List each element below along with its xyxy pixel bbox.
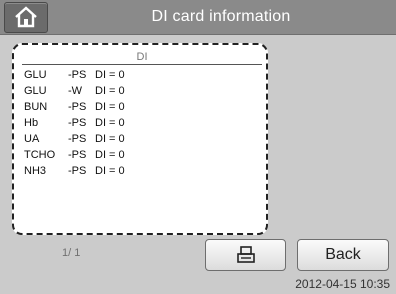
di-value: DI = 0 bbox=[95, 117, 125, 129]
di-row: UA -PS DI = 0 bbox=[24, 132, 260, 148]
test-name: GLU bbox=[24, 69, 47, 81]
di-value: DI = 0 bbox=[95, 85, 125, 97]
sample-type: -PS bbox=[68, 149, 87, 161]
sample-type: -PS bbox=[68, 101, 87, 113]
print-button[interactable] bbox=[205, 239, 286, 271]
di-row: GLU -W DI = 0 bbox=[24, 84, 260, 100]
page-indicator: 1/ 1 bbox=[62, 247, 81, 259]
di-info-panel: DI GLU -PS DI = 0 GLU -W DI = 0 BUN -PS … bbox=[12, 43, 268, 235]
title-bar: DI card information bbox=[0, 0, 396, 35]
sample-type: -W bbox=[68, 85, 83, 97]
home-icon bbox=[15, 6, 37, 28]
di-value: DI = 0 bbox=[95, 165, 125, 177]
sample-type: -PS bbox=[68, 117, 87, 129]
test-name: Hb bbox=[24, 117, 39, 129]
test-name: BUN bbox=[24, 101, 48, 113]
screen: DI card information DI GLU -PS DI = 0 GL… bbox=[0, 0, 396, 294]
di-column-header: DI bbox=[22, 51, 262, 65]
di-value: DI = 0 bbox=[95, 133, 125, 145]
di-value: DI = 0 bbox=[95, 69, 125, 81]
test-name: UA bbox=[24, 133, 40, 145]
test-name: NH3 bbox=[24, 165, 47, 177]
sample-type: -PS bbox=[68, 69, 87, 81]
di-row: NH3 -PS DI = 0 bbox=[24, 164, 260, 180]
sample-type: -PS bbox=[68, 165, 87, 177]
di-row: GLU -PS DI = 0 bbox=[24, 68, 260, 84]
di-row: Hb -PS DI = 0 bbox=[24, 116, 260, 132]
di-row: BUN -PS DI = 0 bbox=[24, 100, 260, 116]
test-name: GLU bbox=[24, 85, 47, 97]
datetime-display: 2012-04-15 10:35 bbox=[295, 277, 390, 291]
page-title: DI card information bbox=[151, 8, 291, 25]
test-name: TCHO bbox=[24, 149, 56, 161]
di-value: DI = 0 bbox=[95, 101, 125, 113]
di-list: GLU -PS DI = 0 GLU -W DI = 0 BUN -PS DI … bbox=[24, 68, 260, 180]
sample-type: -PS bbox=[68, 133, 87, 145]
di-value: DI = 0 bbox=[95, 149, 125, 161]
home-button[interactable] bbox=[4, 2, 48, 33]
back-button[interactable]: Back bbox=[297, 239, 389, 271]
printer-icon bbox=[237, 246, 255, 263]
di-row: TCHO -PS DI = 0 bbox=[24, 148, 260, 164]
